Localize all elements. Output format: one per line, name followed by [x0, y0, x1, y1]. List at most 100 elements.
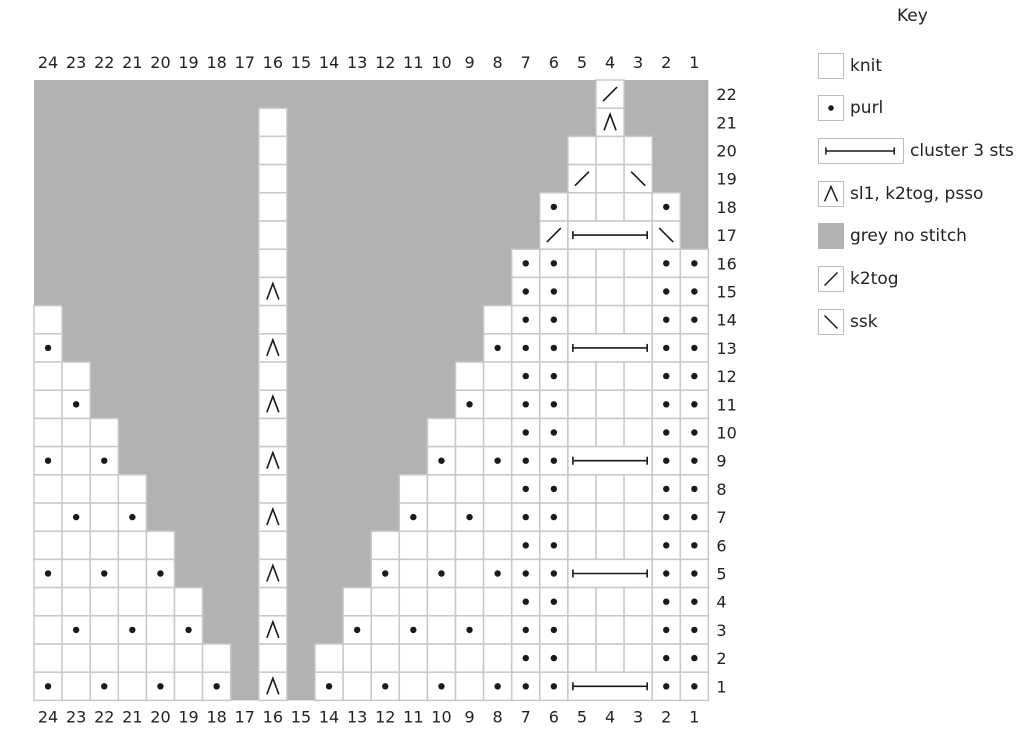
stitch-cell — [482, 586, 513, 617]
row-label: 11 — [716, 395, 736, 414]
purl-dot-icon — [466, 513, 473, 521]
stitch-cell — [258, 586, 288, 617]
stitch-cell — [33, 530, 63, 561]
purl-dot-icon — [44, 570, 52, 577]
stitch-cell — [117, 586, 148, 617]
stitch-cell — [89, 615, 120, 645]
row-label: 17 — [716, 226, 736, 245]
stitch-cell — [370, 643, 401, 673]
purl-dot-icon — [691, 626, 698, 634]
column-label-bottom: 7 — [521, 707, 531, 726]
purl-dot-icon — [663, 542, 670, 549]
stitch-cell — [595, 474, 625, 504]
stitch-cell — [314, 643, 344, 673]
key-label: sl1, k2tog, psso — [850, 184, 984, 204]
row-label: 5 — [716, 565, 726, 584]
stitch-cell — [33, 361, 63, 391]
row-label: 22 — [716, 85, 736, 104]
purl-dot-icon — [522, 429, 529, 436]
purl-dot-icon — [550, 401, 558, 408]
stitch-cell — [482, 389, 513, 420]
stitch-cell — [258, 163, 288, 194]
purl-dot-icon — [522, 288, 529, 295]
key-label: purl — [850, 98, 884, 118]
stitch-cell — [426, 417, 457, 448]
stitch-cell — [623, 361, 653, 391]
stitch-cell — [89, 586, 120, 617]
purl-dot-icon — [691, 457, 698, 464]
stitch-cell — [370, 530, 401, 561]
row-label: 19 — [716, 170, 736, 189]
stitch-cell — [61, 671, 91, 702]
stitch-cell — [61, 474, 91, 504]
stitch-cell — [482, 615, 513, 645]
column-label-top: 10 — [431, 53, 451, 72]
column-label-bottom: 23 — [66, 707, 86, 726]
purl-dot-icon — [410, 626, 417, 634]
stitch-cell — [623, 586, 653, 617]
purl-dot-icon — [691, 288, 698, 295]
column-label-top: 20 — [150, 53, 170, 72]
purl-dot-icon — [522, 513, 529, 521]
key-label: grey no stitch — [850, 226, 967, 246]
backslash-icon — [818, 309, 844, 335]
key-item-ssk: ssk — [818, 308, 878, 336]
key-title: Key — [897, 6, 928, 26]
stitch-cell — [623, 248, 653, 279]
row-label: 8 — [716, 480, 726, 499]
stitch-cell — [89, 417, 120, 448]
stitch-cell — [595, 643, 625, 673]
column-label-top: 12 — [375, 53, 395, 72]
column-label-top: 8 — [493, 53, 503, 72]
column-label-bottom: 9 — [464, 707, 474, 726]
purl-dot-icon — [663, 598, 670, 605]
row-label: 2 — [716, 649, 726, 668]
stitch-cell — [370, 615, 401, 645]
purl-dot-icon — [129, 626, 136, 634]
purl-dot-icon — [550, 260, 558, 267]
row-label: 10 — [716, 424, 736, 443]
slash-icon — [818, 266, 844, 292]
purl-dot-icon — [663, 513, 670, 521]
stitch-cell — [33, 586, 63, 617]
purl-dot-icon — [466, 626, 473, 634]
column-label-bottom: 21 — [122, 707, 142, 726]
stitch-cell — [342, 586, 372, 617]
stitch-cell — [426, 502, 457, 532]
column-label-top: 19 — [178, 53, 198, 72]
column-label-top: 6 — [549, 53, 559, 72]
column-label-top: 11 — [403, 53, 423, 72]
column-label-top: 1 — [689, 53, 699, 72]
row-label: 14 — [716, 311, 736, 330]
stitch-cell — [173, 643, 204, 673]
stitch-cell — [173, 671, 204, 702]
purl-dot-icon — [157, 683, 164, 690]
column-label-bottom: 13 — [347, 707, 367, 726]
purl-dot-icon — [550, 457, 558, 464]
purl-dot-icon — [663, 429, 670, 436]
purl-dot-icon — [522, 485, 529, 493]
purl-dot-icon — [663, 372, 670, 380]
stitch-cell — [33, 643, 63, 673]
purl-dot-icon — [129, 513, 136, 521]
stitch-cell — [567, 304, 597, 335]
purl-dot-icon — [663, 654, 670, 662]
purl-dot-icon — [72, 513, 80, 521]
purl-dot-icon — [663, 457, 670, 464]
purl-dot-icon — [213, 683, 220, 690]
stitch-cell — [426, 530, 457, 561]
stitch-cell — [595, 586, 625, 617]
purl-dot-icon — [410, 513, 417, 521]
purl-dot-icon — [691, 401, 698, 408]
row-label: 18 — [716, 198, 736, 217]
column-label-bottom: 19 — [178, 707, 198, 726]
stitch-cell — [567, 361, 597, 391]
column-label-bottom: 14 — [319, 707, 339, 726]
purl-dot-icon — [691, 598, 698, 605]
stitch-cell — [623, 502, 653, 532]
purl-dot-icon — [522, 260, 529, 267]
column-label-top: 16 — [263, 53, 283, 72]
stitch-cell — [33, 474, 63, 504]
column-label-bottom: 4 — [605, 707, 615, 726]
purl-dot-icon — [550, 683, 558, 690]
